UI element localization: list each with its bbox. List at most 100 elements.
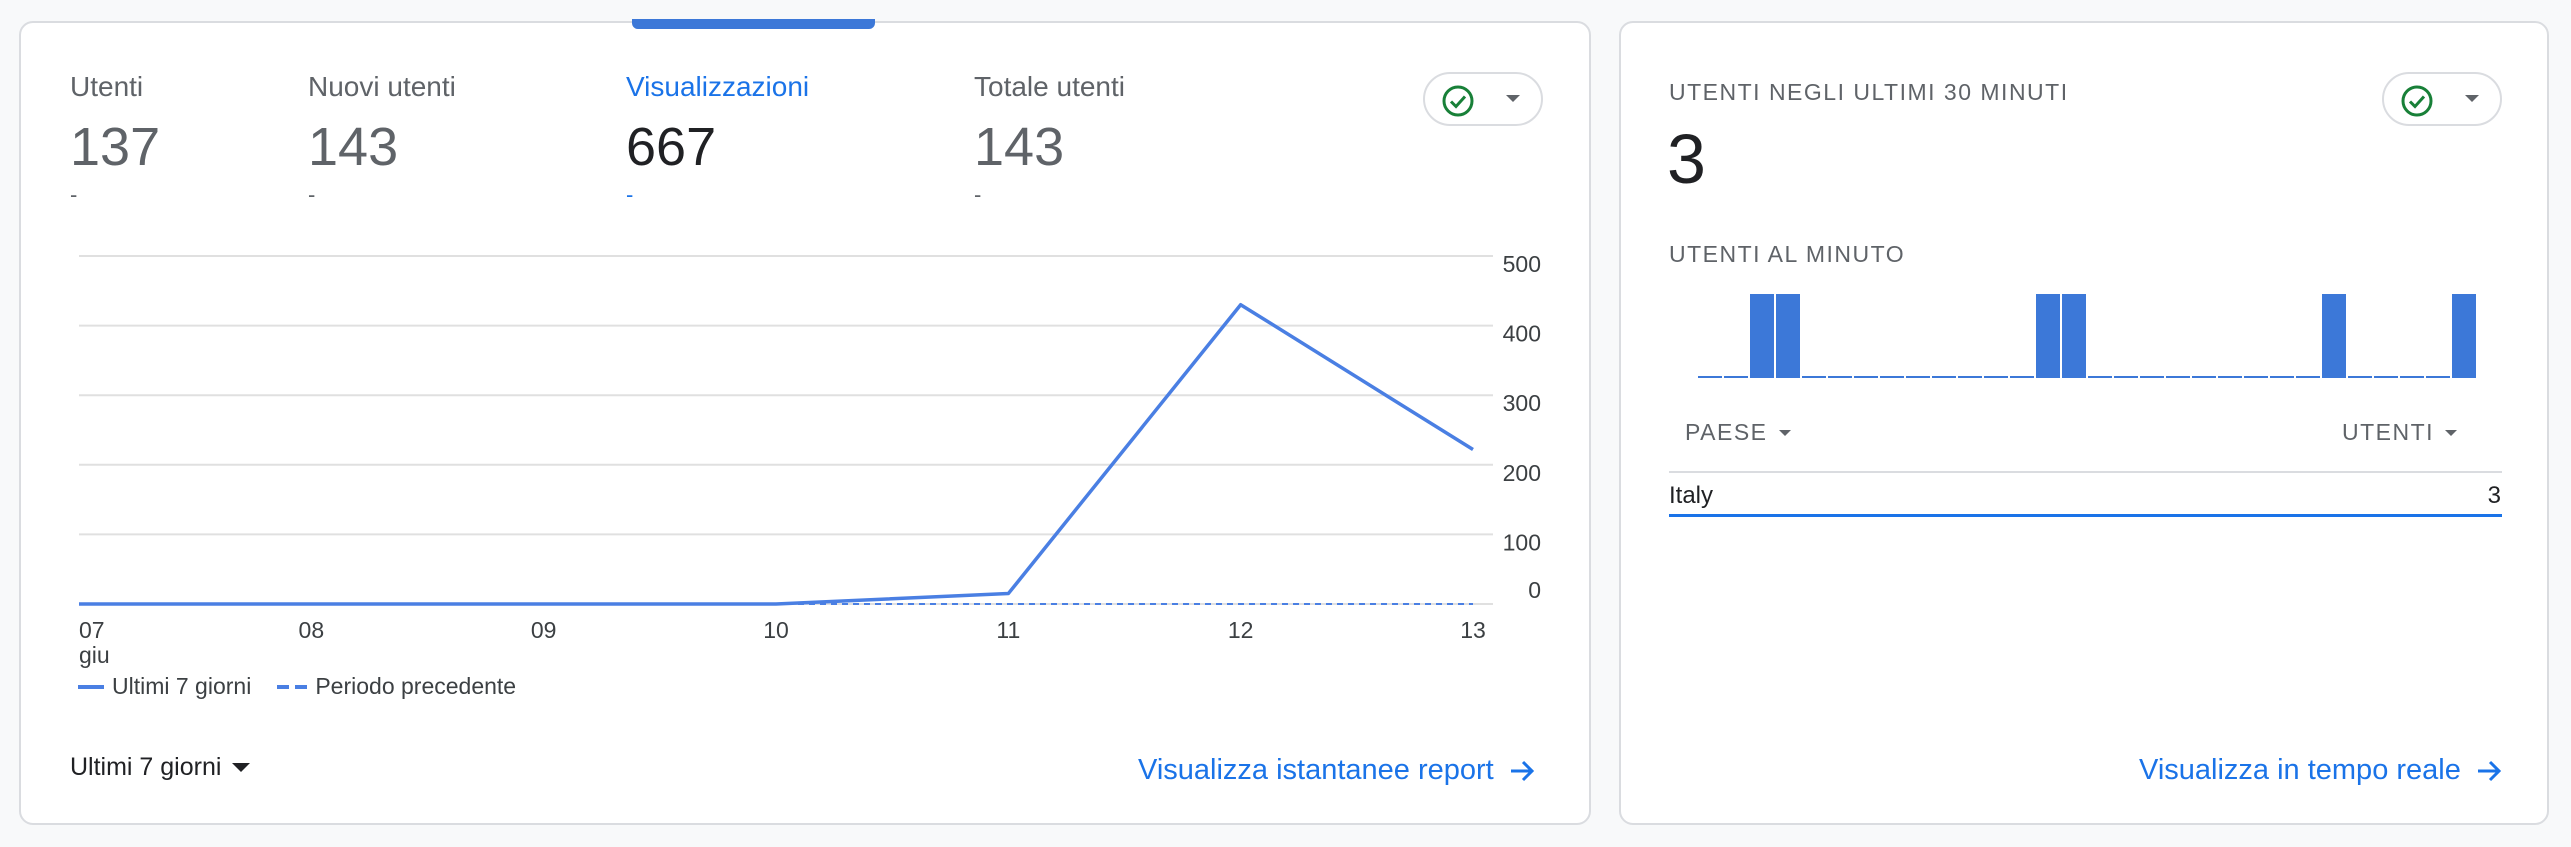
- minute-bar: [2088, 376, 2112, 378]
- check-circle-icon: [2401, 85, 2433, 117]
- link-label: Visualizza istantanee report: [1138, 754, 1494, 786]
- metric-label: Visualizzazioni: [626, 71, 810, 102]
- minute-bar: [2400, 376, 2424, 378]
- y-tick-label: 300: [1503, 390, 1541, 416]
- legend-label: Periodo precedente: [315, 673, 517, 699]
- minute-bar: [1802, 376, 1826, 378]
- minute-bar: [2374, 376, 2398, 378]
- chart-legend: Ultimi 7 giorni Periodo precedente: [78, 673, 530, 700]
- data-quality-dropdown[interactable]: [2382, 72, 2502, 126]
- caret-down-icon: [232, 762, 251, 772]
- realtime-title: UTENTI NEGLI ULTIMI 30 MINUTI: [1669, 79, 2069, 105]
- link-label: Visualizza in tempo reale: [2139, 754, 2461, 786]
- caret-down-icon: [1778, 429, 1791, 436]
- minute-bar: [1724, 376, 1748, 378]
- metric-delta: -: [626, 182, 634, 207]
- y-tick-label: 0: [1528, 577, 1541, 603]
- minute-bar: [2062, 294, 2086, 378]
- minute-bar: [1750, 294, 1774, 378]
- view-realtime-link[interactable]: Visualizza in tempo reale: [2139, 754, 2503, 787]
- x-tick-label: 13: [1460, 617, 1486, 643]
- x-tick-label: 08: [299, 617, 325, 643]
- metric-delta: -: [974, 182, 982, 207]
- series-line-last-7-days: [79, 302, 1474, 606]
- legend-swatch-dashed: [277, 684, 308, 689]
- y-tick-label: 500: [1503, 251, 1541, 277]
- minute-bar: [2322, 294, 2346, 378]
- minute-bar: [1776, 294, 1800, 378]
- x-tick-label: 09: [531, 617, 557, 643]
- column-header-country[interactable]: PAESE: [1685, 419, 1792, 446]
- metric-delta: -: [70, 182, 78, 207]
- arrow-right-icon: [1510, 760, 1534, 781]
- per-minute-title: UTENTI AL MINUTO: [1669, 241, 1906, 267]
- metric-delta: -: [308, 182, 316, 207]
- legend-item-previous: Periodo precedente: [277, 673, 516, 700]
- date-range-label: Ultimi 7 giorni: [70, 753, 222, 781]
- legend-item-current: Ultimi 7 giorni: [78, 673, 251, 700]
- x-tick-label: 11: [996, 617, 1020, 643]
- caret-down-icon: [2445, 429, 2458, 436]
- row-highlight-line: [1669, 514, 2502, 517]
- line-chart: 500 400 300 200 100 0 07 08 09 10 11 12 13 giu: [79, 251, 1541, 668]
- y-tick-label: 100: [1503, 529, 1541, 555]
- minute-bar: [2010, 376, 2034, 378]
- minute-bar: [1854, 376, 1878, 378]
- minute-bar: [1958, 376, 1982, 378]
- minute-bar: [2166, 376, 2190, 378]
- caret-down-icon: [2465, 95, 2479, 102]
- minute-bar: [1932, 376, 1956, 378]
- minute-bar: [1828, 376, 1852, 378]
- active-tab-indicator: [632, 19, 875, 29]
- minute-bar: [2218, 376, 2242, 378]
- y-tick-label: 400: [1503, 321, 1541, 347]
- y-tick-label: 200: [1503, 460, 1541, 486]
- column-header-label: UTENTI: [2342, 419, 2435, 445]
- arrow-right-icon: [2477, 760, 2501, 781]
- metric-label: Totale utenti: [974, 71, 1125, 102]
- legend-label: Ultimi 7 giorni: [112, 673, 252, 699]
- metric-tab-totale-utenti[interactable]: Totale utenti 143 -: [974, 71, 1125, 207]
- caret-down-icon: [1506, 95, 1520, 102]
- minute-bar: [2296, 376, 2320, 378]
- metric-value: 137: [70, 117, 161, 177]
- data-quality-dropdown[interactable]: [1423, 72, 1543, 126]
- column-header-users[interactable]: UTENTI: [2342, 419, 2458, 446]
- realtime-card: UTENTI NEGLI ULTIMI 30 MINUTI 3 UTENTI A…: [1619, 21, 2549, 825]
- metric-label: Utenti: [70, 71, 144, 102]
- legend-swatch-solid: [78, 684, 104, 689]
- minute-bar: [1880, 376, 1904, 378]
- minute-bar: [2348, 376, 2372, 378]
- x-tick-label: 07: [79, 617, 105, 643]
- cell-country: Italy: [1669, 482, 1714, 509]
- metric-value: 143: [308, 117, 399, 177]
- minute-bar: [1906, 376, 1930, 378]
- users-per-minute-chart: [1698, 294, 2476, 378]
- x-tick-label: 12: [1228, 617, 1254, 643]
- x-tick-sublabel: giu: [79, 642, 110, 668]
- metric-label: Nuovi utenti: [308, 71, 456, 102]
- metric-tab-visualizzazioni[interactable]: Visualizzazioni 667 -: [626, 71, 810, 207]
- minute-bar: [2270, 376, 2294, 378]
- minute-bar: [2140, 376, 2164, 378]
- metric-tab-utenti[interactable]: Utenti 137 -: [70, 71, 161, 207]
- overview-card: Utenti 137 - Nuovi utenti 143 - Visualiz…: [19, 19, 1591, 825]
- minute-bar: [1984, 376, 2008, 378]
- minute-bar: [2244, 376, 2268, 378]
- metric-value: 143: [974, 117, 1065, 177]
- minute-bar: [1698, 376, 1722, 378]
- minute-bar: [2426, 376, 2450, 378]
- minute-bar: [2036, 294, 2060, 378]
- metric-tab-nuovi-utenti[interactable]: Nuovi utenti 143 -: [308, 71, 456, 207]
- metric-value: 667: [626, 117, 717, 177]
- realtime-count: 3: [1667, 120, 1706, 198]
- column-header-label: PAESE: [1685, 419, 1768, 445]
- view-report-snapshot-link[interactable]: Visualizza istantanee report: [1138, 754, 1536, 787]
- table-header-divider: [1669, 471, 2502, 473]
- minute-bar: [2192, 376, 2216, 378]
- minute-bar: [2452, 294, 2476, 378]
- date-range-dropdown[interactable]: Ultimi 7 giorni: [70, 753, 251, 782]
- minute-bar: [2114, 376, 2138, 378]
- x-tick-label: 10: [763, 617, 789, 643]
- check-circle-icon: [1442, 85, 1474, 117]
